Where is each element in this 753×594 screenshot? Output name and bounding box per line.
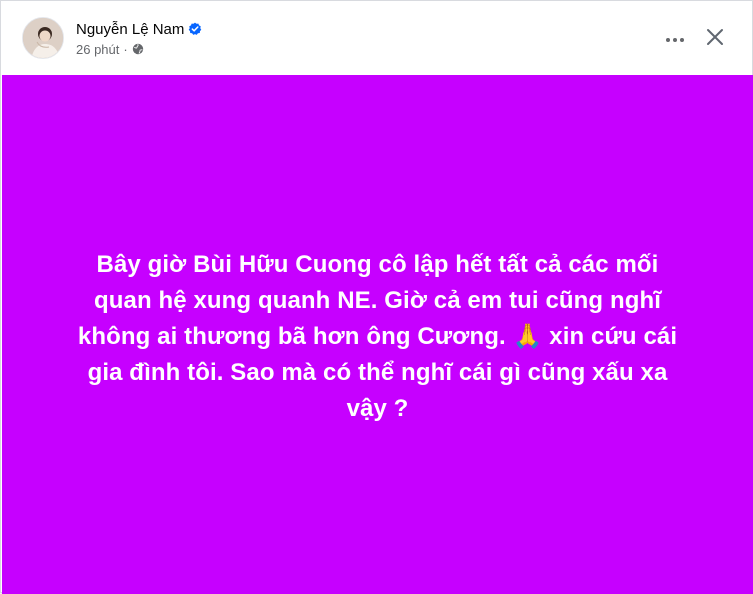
post-dialog: Nguyễn Lệ Nam 26 phút · Bây giờ Bùi Hữu …	[0, 0, 753, 594]
author-name[interactable]: Nguyễn Lệ Nam	[76, 21, 184, 38]
post-background: Bây giờ Bùi Hữu Cuong cô lập hết tất cả …	[2, 75, 753, 594]
more-horizontal-icon	[665, 30, 685, 48]
author-avatar[interactable]	[22, 17, 64, 59]
post-text: Bây giờ Bùi Hữu Cuong cô lập hết tất cả …	[77, 250, 678, 422]
post-timestamp[interactable]: 26 phút	[76, 42, 119, 57]
author-row: Nguyễn Lệ Nam	[76, 19, 202, 39]
avatar-image	[23, 18, 63, 58]
verified-badge-icon	[188, 22, 202, 36]
close-button[interactable]	[697, 21, 733, 57]
more-options-button[interactable]	[657, 21, 693, 57]
globe-icon[interactable]	[132, 43, 144, 55]
post-header: Nguyễn Lệ Nam 26 phút ·	[1, 1, 752, 73]
post-meta: 26 phút ·	[76, 41, 144, 57]
close-icon	[706, 28, 724, 51]
meta-separator: ·	[123, 41, 128, 57]
